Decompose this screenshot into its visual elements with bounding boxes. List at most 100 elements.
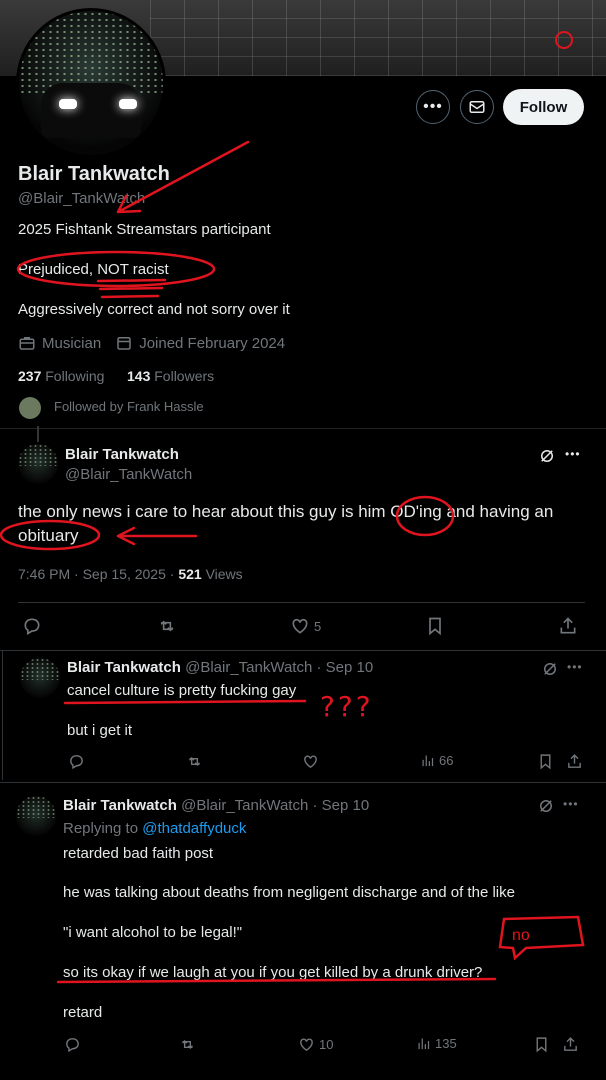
- reply1-more-icon[interactable]: •••: [567, 660, 583, 674]
- profile-avatar[interactable]: [16, 8, 166, 158]
- bio-line-3: Aggressively correct and not sorry over …: [18, 301, 290, 318]
- reply2-bookmark-button[interactable]: [533, 1036, 550, 1053]
- views-label: Views: [201, 566, 243, 582]
- reply2-line-5: retard: [63, 1004, 103, 1021]
- red-annotation-overlay: ??? no: [0, 140, 585, 984]
- post-author-handle[interactable]: @Blair_TankWatch: [65, 466, 192, 483]
- retweet-button[interactable]: [157, 616, 177, 636]
- views-icon: [418, 1038, 430, 1050]
- arrow-to-obituary: [116, 526, 198, 546]
- following-count: 237: [18, 368, 42, 384]
- reply2-views-count: 135: [435, 1036, 457, 1051]
- post-text-line-2: obituary: [18, 526, 79, 545]
- like-count: 5: [314, 618, 322, 634]
- replying-to-link[interactable]: @thatdaffyduck: [142, 820, 246, 837]
- reply2-handle-date[interactable]: @Blair_TankWatch · Sep 10: [181, 797, 369, 814]
- retweet-icon: [182, 1039, 193, 1050]
- share-button[interactable]: [558, 616, 578, 636]
- profile-meta: Musician Joined February 2024: [18, 334, 285, 352]
- reply1-reply-button[interactable]: [68, 753, 85, 770]
- grok-icon[interactable]: [541, 660, 559, 678]
- post-text-line-1: the only news i care to hear about this …: [18, 502, 554, 521]
- reply1-like-button[interactable]: [302, 753, 319, 770]
- grok-icon[interactable]: [537, 797, 555, 815]
- banner-wireframe: [150, 0, 606, 76]
- underline-not: [96, 278, 167, 299]
- reply2-header: Blair Tankwatch @Blair_TankWatch · Sep 1…: [63, 797, 369, 814]
- profile-handle: @Blair_TankWatch: [18, 190, 146, 207]
- profile-display-name: Blair Tankwatch: [18, 163, 170, 185]
- calendar-icon: [117, 337, 131, 350]
- reply-icon: [66, 1038, 79, 1053]
- bio-line-1: 2025 Fishtank Streamstars participant: [18, 221, 271, 238]
- panel-border: [2, 650, 3, 780]
- profession: Musician: [42, 334, 102, 352]
- reply-button[interactable]: [22, 616, 42, 636]
- message-button[interactable]: [460, 90, 494, 124]
- reply1-retweet-button[interactable]: [186, 753, 203, 770]
- reply1-bookmark-button[interactable]: [537, 753, 554, 770]
- retweet-icon: [160, 620, 174, 632]
- followed-by-text[interactable]: Followed by Frank Hassle: [54, 399, 204, 414]
- bio-line-2: Prejudiced, NOT racist: [18, 261, 169, 278]
- joined-date: Joined February 2024: [139, 334, 286, 352]
- thread-line: [37, 426, 39, 442]
- reply2-like-count: 10: [319, 1037, 334, 1052]
- question-marks: ???: [320, 690, 374, 723]
- reply1-author-name[interactable]: Blair Tankwatch: [67, 659, 181, 676]
- reply2-retweet-button[interactable]: [179, 1036, 196, 1053]
- reply1-handle-date[interactable]: @Blair_TankWatch · Sep 10: [185, 659, 373, 676]
- screenshot-seam: [0, 650, 606, 651]
- reply2-more-icon[interactable]: •••: [563, 797, 579, 811]
- more-button[interactable]: •••: [416, 90, 450, 124]
- timestamp-text: 7:46 PM · Sep 15, 2025 ·: [18, 566, 179, 582]
- post-timestamp[interactable]: 7:46 PM · Sep 15, 2025 · 521 Views: [18, 566, 243, 582]
- reply1-line-2: but i get it: [67, 722, 133, 739]
- post-avatar[interactable]: [18, 444, 58, 484]
- followers-count-link[interactable]: 143 Followers: [127, 368, 214, 384]
- share-icon: [564, 1037, 577, 1051]
- reply2-line-1: retarded bad faith post: [63, 845, 214, 862]
- follower-avatar[interactable]: [19, 397, 41, 419]
- screenshot-seam: [0, 782, 606, 783]
- reply1-share-button[interactable]: [566, 753, 583, 770]
- bookmark-button[interactable]: [425, 616, 445, 636]
- reply2-author-name[interactable]: Blair Tankwatch: [63, 797, 177, 814]
- reply1-header: Blair Tankwatch @Blair_TankWatch · Sep 1…: [67, 659, 373, 676]
- following-count-link[interactable]: 237 Following: [18, 368, 104, 384]
- followers-label: Followers: [154, 368, 215, 384]
- like-icon: [292, 618, 308, 634]
- like-icon: [304, 755, 317, 769]
- reply2-reply-button[interactable]: [64, 1036, 81, 1053]
- like-button[interactable]: 5: [290, 616, 321, 636]
- reply2-like-button[interactable]: 10: [298, 1036, 333, 1053]
- reply2-views-button[interactable]: 135: [416, 1036, 457, 1051]
- like-icon: [300, 1038, 313, 1052]
- reply2-avatar[interactable]: [16, 796, 56, 836]
- reply1-views-button[interactable]: 66: [420, 753, 453, 768]
- reply2-share-button[interactable]: [562, 1036, 579, 1053]
- reply1-line-1: cancel culture is pretty fucking gay: [67, 682, 297, 699]
- following-label: Following: [45, 368, 105, 384]
- reply2-line-4: so its okay if we laugh at you if you ge…: [63, 964, 483, 981]
- reply-icon: [24, 618, 40, 635]
- mail-icon: [469, 101, 485, 113]
- views-icon: [422, 755, 434, 767]
- follow-button[interactable]: Follow: [503, 89, 584, 125]
- briefcase-icon: [19, 337, 35, 350]
- reply2-line-2: he was talking about deaths from neglige…: [63, 884, 515, 901]
- followers-count: 143: [127, 368, 151, 384]
- reply2-line-3: "i want alcohol to be legal!": [63, 924, 243, 941]
- grok-icon[interactable]: [538, 447, 556, 465]
- share-icon: [568, 754, 581, 768]
- replying-prefix: Replying to: [63, 820, 143, 837]
- bookmark-icon: [540, 754, 551, 770]
- retweet-icon: [189, 756, 200, 767]
- post-author-name[interactable]: Blair Tankwatch: [65, 446, 179, 463]
- bookmark-icon: [429, 617, 441, 636]
- no-label: no: [512, 927, 530, 944]
- post-more-icon[interactable]: •••: [565, 447, 581, 461]
- bookmark-icon: [536, 1037, 547, 1053]
- reply1-avatar[interactable]: [20, 658, 60, 698]
- divider: [0, 428, 606, 429]
